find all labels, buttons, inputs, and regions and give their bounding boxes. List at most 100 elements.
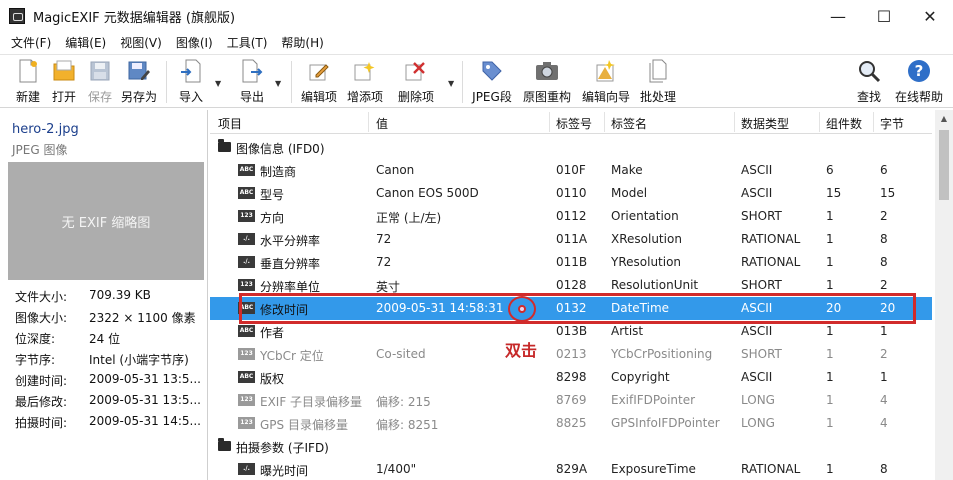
menu-help[interactable]: 帮助(H) bbox=[274, 34, 330, 51]
cell-type: RATIONAL bbox=[741, 255, 801, 269]
menu-image[interactable]: 图像(I) bbox=[169, 34, 220, 51]
column-header-item[interactable]: 项目 bbox=[218, 115, 242, 132]
data-type-icon: 123 bbox=[238, 348, 255, 360]
close-button[interactable]: ✕ bbox=[907, 0, 953, 32]
cell-bytes: 2 bbox=[880, 209, 888, 223]
cell-item: 作者 bbox=[260, 326, 285, 340]
column-divider[interactable] bbox=[734, 112, 735, 132]
cell-item: 曝光时间 bbox=[260, 464, 309, 478]
table-row[interactable]: ABC 版权 8298 Copyright ASCII 1 1 bbox=[210, 366, 932, 389]
import-button[interactable]: 导入 bbox=[175, 58, 207, 106]
cell-tag: 0128 bbox=[556, 278, 587, 292]
edit-pencil-icon bbox=[306, 58, 332, 84]
column-divider[interactable] bbox=[604, 112, 605, 132]
cell-bytes: 15 bbox=[880, 186, 896, 200]
delete-dropdown-icon[interactable]: ▼ bbox=[448, 79, 454, 88]
cell-bytes: 8 bbox=[880, 255, 888, 269]
column-divider[interactable] bbox=[549, 112, 550, 132]
edit-item-button[interactable]: 编辑项 bbox=[299, 58, 339, 106]
group-row[interactable]: 拍摄参数 (子IFD) bbox=[210, 435, 932, 458]
online-help-button[interactable]: ? 在线帮助 bbox=[893, 58, 945, 106]
data-type-icon: ABC bbox=[238, 187, 255, 199]
find-button[interactable]: 查找 bbox=[853, 58, 885, 106]
maximize-button[interactable]: ☐ bbox=[861, 0, 907, 32]
info-value: 709.39 KB bbox=[89, 288, 151, 302]
column-header-count[interactable]: 组件数 bbox=[826, 115, 862, 132]
delete-item-button[interactable]: 删除项 bbox=[396, 58, 436, 106]
add-item-button[interactable]: 增添项 bbox=[345, 58, 385, 106]
file-info-panel: hero-2.jpg JPEG 图像 无 EXIF 缩略图 文件大小: 709.3… bbox=[0, 110, 208, 480]
table-row[interactable]: 123 EXIF 子目录偏移量 偏移: 215 8769 ExifIFDPointer L… bbox=[210, 389, 932, 412]
export-button[interactable]: 导出 bbox=[236, 58, 268, 106]
tag-icon bbox=[479, 58, 505, 84]
menu-edit[interactable]: 编辑(E) bbox=[58, 34, 113, 51]
data-type-icon: 123 bbox=[238, 210, 255, 222]
table-row[interactable]: ./. 曝光时间 1/400" 829A ExposureTime RATIONAL 1 8 bbox=[210, 458, 932, 480]
batch-pages-icon bbox=[645, 58, 671, 84]
cell-bytes: 8 bbox=[880, 462, 888, 476]
column-header-type[interactable]: 数据类型 bbox=[741, 115, 789, 132]
menu-tools[interactable]: 工具(T) bbox=[220, 34, 275, 51]
cell-type: RATIONAL bbox=[741, 462, 801, 476]
column-divider[interactable] bbox=[819, 112, 820, 132]
cell-count: 1 bbox=[826, 324, 834, 338]
column-divider[interactable] bbox=[368, 112, 369, 132]
wizard-button[interactable]: 编辑向导 bbox=[581, 58, 631, 106]
cell-tagname: ExposureTime bbox=[611, 462, 696, 476]
column-header-tagname[interactable]: 标签名 bbox=[611, 115, 647, 132]
column-header-value[interactable]: 值 bbox=[376, 115, 388, 132]
data-type-icon: ./. bbox=[238, 233, 255, 245]
menu-file[interactable]: 文件(F) bbox=[4, 34, 58, 51]
save-button[interactable]: 保存 bbox=[84, 58, 116, 106]
group-row[interactable]: 图像信息 (IFD0) bbox=[210, 136, 932, 159]
cell-item: 制造商 bbox=[260, 165, 297, 179]
export-dropdown-icon[interactable]: ▼ bbox=[275, 79, 281, 88]
info-label: 文件大小: bbox=[15, 290, 68, 304]
cell-tag: 0112 bbox=[556, 209, 587, 223]
scroll-up-arrow-icon[interactable]: ▲ bbox=[935, 110, 953, 127]
cell-value: 偏移: 215 bbox=[376, 395, 431, 409]
cell-tag: 011B bbox=[556, 255, 588, 269]
column-header-tag[interactable]: 标签号 bbox=[556, 115, 592, 132]
table-row[interactable]: ABC 型号 Canon EOS 500D 0110 Model ASCII 15 15 bbox=[210, 182, 932, 205]
minimize-button[interactable]: — bbox=[815, 0, 861, 32]
cell-count: 1 bbox=[826, 462, 834, 476]
cell-tagname: Copyright bbox=[611, 370, 670, 384]
import-dropdown-icon[interactable]: ▼ bbox=[215, 79, 221, 88]
cell-value: Canon EOS 500D bbox=[376, 186, 479, 200]
cell-count: 1 bbox=[826, 370, 834, 384]
save-as-button[interactable]: 另存为 bbox=[118, 58, 160, 106]
table-row[interactable]: ./. 水平分辨率 72 011A XResolution RATIONAL 1 8 bbox=[210, 228, 932, 251]
cell-count: 6 bbox=[826, 163, 834, 177]
info-value: 2009-05-31 14:5... bbox=[89, 414, 201, 428]
table-row[interactable]: ./. 垂直分辨率 72 011B YResolution RATIONAL 1 8 bbox=[210, 251, 932, 274]
data-type-icon: ABC bbox=[238, 164, 255, 176]
batch-button[interactable]: 批处理 bbox=[638, 58, 678, 106]
info-value: 2009-05-31 13:5... bbox=[89, 393, 201, 407]
cell-value: 72 bbox=[376, 255, 392, 269]
table-row[interactable]: 123 GPS 目录偏移量 偏移: 8251 8825 GPSInfoIFDPointe… bbox=[210, 412, 932, 435]
info-value: Intel (小端字节序) bbox=[89, 353, 189, 367]
new-button[interactable]: 新建 bbox=[12, 58, 44, 106]
jpeg-segment-button[interactable]: JPEG段 bbox=[471, 58, 513, 106]
column-divider[interactable] bbox=[873, 112, 874, 132]
cell-tagname: Make bbox=[611, 163, 643, 177]
data-type-icon: 123 bbox=[238, 417, 255, 429]
cell-tagname: Model bbox=[611, 186, 648, 200]
cell-bytes: 1 bbox=[880, 370, 888, 384]
column-header-bytes[interactable]: 字节 bbox=[880, 115, 904, 132]
rebuild-button[interactable]: 原图重构 bbox=[522, 58, 572, 106]
vertical-scrollbar[interactable]: ▲ bbox=[935, 110, 953, 480]
scrollbar-thumb[interactable] bbox=[939, 130, 949, 200]
table-row[interactable]: ABC 制造商 Canon 010F Make ASCII 6 6 bbox=[210, 159, 932, 182]
open-button[interactable]: 打开 bbox=[48, 58, 80, 106]
menu-view[interactable]: 视图(V) bbox=[113, 34, 169, 51]
data-type-icon: 123 bbox=[238, 279, 255, 291]
window-controls: — ☐ ✕ bbox=[815, 0, 953, 32]
cell-value: 偏移: 8251 bbox=[376, 418, 439, 432]
table-row[interactable]: 123 YCbCr 定位 Co-sited 0213 YCbCrPositioning S… bbox=[210, 343, 932, 366]
app-icon bbox=[9, 8, 25, 24]
table-row[interactable]: 123 方向 正常 (上/左) 0112 Orientation SHORT 1 2 bbox=[210, 205, 932, 228]
cell-value: 正常 (上/左) bbox=[376, 211, 442, 225]
cell-tag: 010F bbox=[556, 163, 586, 177]
